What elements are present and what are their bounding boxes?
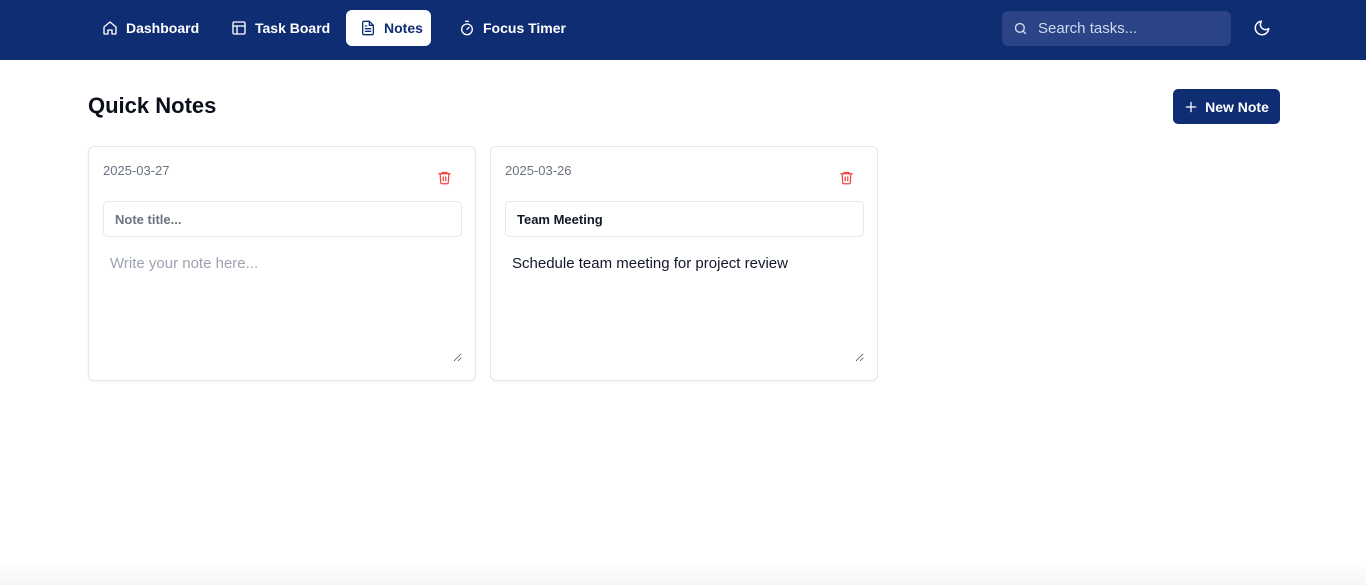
search-icon (1014, 22, 1027, 35)
moon-icon (1254, 20, 1270, 36)
trash-icon (437, 171, 451, 184)
page-title: Quick Notes (88, 93, 217, 118)
home-icon (103, 21, 117, 35)
nav-item-label: Focus Timer (483, 20, 566, 36)
note-card: 2025-03-26 Schedule team meeting for pro… (490, 146, 878, 381)
theme-toggle-button[interactable] (1250, 16, 1274, 40)
note-date: 2025-03-27 (103, 163, 170, 178)
board-icon (232, 21, 246, 35)
delete-note-button[interactable] (837, 168, 855, 186)
note-date: 2025-03-26 (505, 163, 572, 178)
top-navbar: Dashboard Task Board Notes Focus Timer (0, 0, 1366, 60)
note-title-input[interactable] (505, 201, 864, 237)
bottom-shadow (0, 560, 1366, 585)
plus-icon (1185, 101, 1197, 112)
delete-note-button[interactable] (435, 168, 453, 186)
trash-icon (839, 171, 853, 184)
nav-item-label: Notes (384, 20, 423, 36)
timer-icon (461, 20, 473, 36)
document-icon (362, 20, 374, 36)
note-body-textarea[interactable]: Schedule team meeting for project review (505, 247, 864, 362)
note-body-textarea[interactable] (103, 247, 462, 362)
note-title-input[interactable] (103, 201, 462, 237)
nav-item-label: Task Board (255, 20, 331, 36)
new-note-button[interactable]: New Note (1173, 89, 1280, 124)
note-card: 2025-03-27 (88, 146, 476, 381)
new-note-label: New Note (1205, 98, 1269, 115)
nav-item-notes[interactable]: Notes (346, 10, 431, 46)
search-input[interactable] (1038, 20, 1218, 37)
nav-item-task-board[interactable]: Task Board (217, 10, 344, 46)
nav-item-dashboard[interactable]: Dashboard (88, 10, 213, 46)
nav-item-label: Dashboard (126, 20, 200, 36)
search-box (1002, 11, 1231, 46)
nav-item-focus-timer[interactable]: Focus Timer (445, 10, 580, 46)
